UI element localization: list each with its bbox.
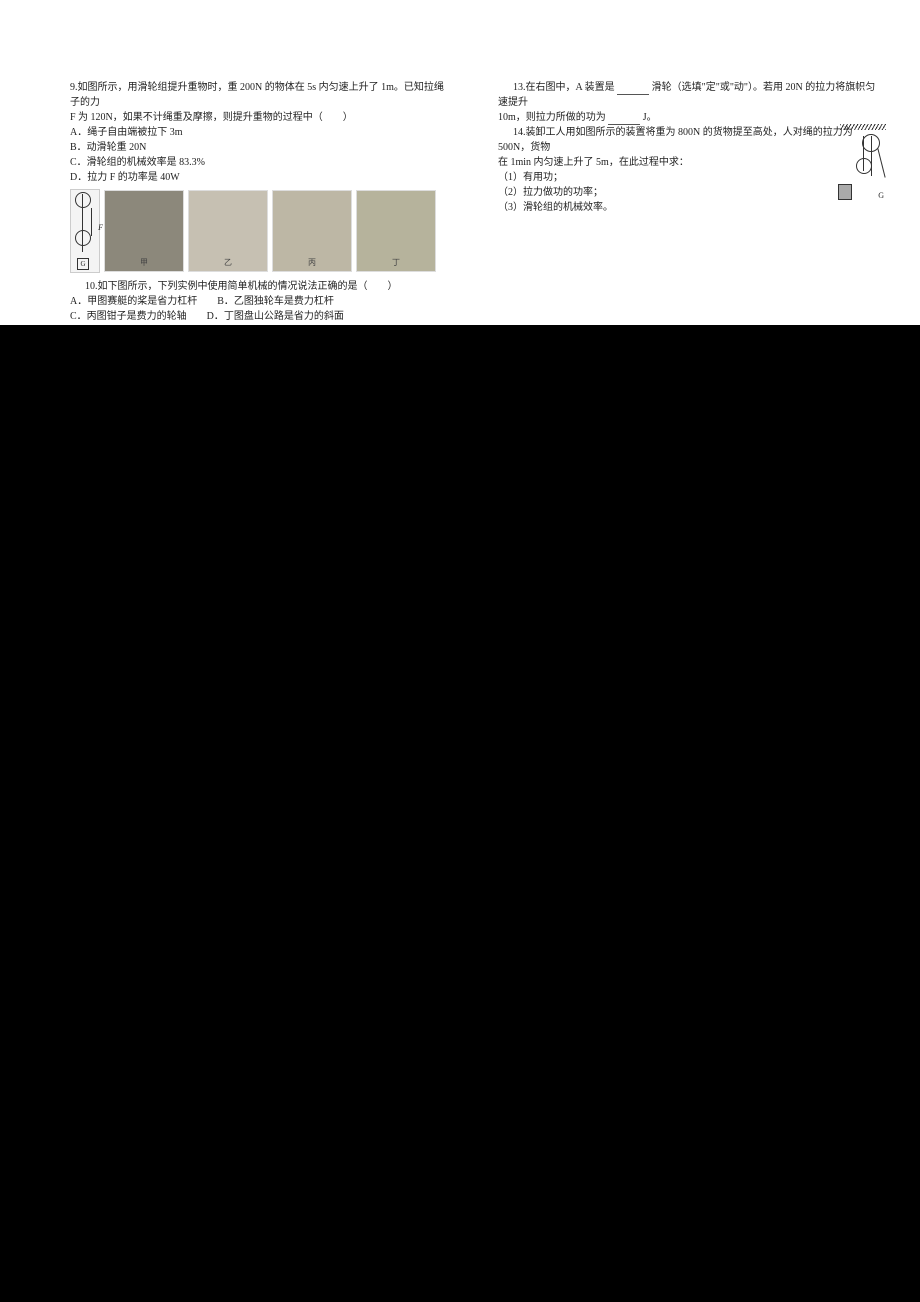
q9-option-a: A．绳子自由端被拉下 3m: [70, 125, 450, 140]
q10-option-a: A．甲图赛艇的桨是省力杠杆: [70, 296, 197, 307]
image-caption: 丙: [308, 257, 316, 269]
two-column-layout: 9.如图所示，用滑轮组提升重物时，重 200N 的物体在 5s 内匀速上升了 1…: [70, 80, 890, 325]
q13-blank-1: [617, 84, 649, 95]
q14-pulley-diagram: G: [834, 124, 886, 204]
rope-line: [863, 136, 864, 171]
q13-text-2a: 10m，则拉力所做的功为: [498, 112, 606, 123]
q9-q10-images-row: G F 甲 乙 丙 丁: [70, 189, 450, 273]
q13-text-2b: J。: [643, 112, 657, 123]
image-caption: 乙: [224, 257, 232, 269]
q14-line1: 14.装卸工人用如图所示的装置将重为 800N 的货物提至高处，人对绳的拉力为 …: [498, 125, 878, 155]
q13-line2: 10m，则拉力所做的功为 J。: [498, 110, 878, 125]
ceiling-hatch: [840, 124, 886, 130]
q10-stem: 10.如下图所示，下列实例中使用简单机械的情况说法正确的是（ ）: [70, 279, 450, 294]
q9-stem-line1: 9.如图所示，用滑轮组提升重物时，重 200N 的物体在 5s 内匀速上升了 1…: [70, 80, 450, 110]
image-mountain-road: 丁: [356, 190, 436, 272]
q14-sub3: （3）滑轮组的机械效率。: [498, 200, 878, 215]
q13-blank-2: [608, 114, 640, 125]
weight-box: [838, 184, 852, 200]
q13-text-1a: 13.在右图中，A 装置是: [513, 82, 615, 93]
weight-label: G: [878, 190, 884, 202]
worksheet-page: 9.如图所示，用滑轮组提升重物时，重 200N 的物体在 5s 内匀速上升了 1…: [0, 0, 920, 325]
q10-option-c: C．丙图钳子是费力的轮轴: [70, 311, 187, 322]
q9-option-c: C．滑轮组的机械效率是 83.3%: [70, 155, 450, 170]
q9-option-b: B．动滑轮重 20N: [70, 140, 450, 155]
image-pliers: 丙: [272, 190, 352, 272]
q10-options-row1: A．甲图赛艇的桨是省力杠杆 B．乙图独轮车是费力杠杆: [70, 294, 450, 309]
image-caption: 甲: [140, 257, 148, 269]
cutoff-region: [0, 325, 920, 1302]
rope-line: [871, 136, 872, 176]
rope-line-2: [91, 208, 92, 236]
moving-pulley-icon: [856, 158, 872, 174]
q9-option-d: D．拉力 F 的功率是 40W: [70, 170, 450, 185]
q10-option-d: D．丁图盘山公路是省力的斜面: [207, 311, 344, 322]
q10-option-b: B．乙图独轮车是费力杠杆: [217, 296, 334, 307]
q10-options-row2: C．丙图钳子是费力的轮轴 D．丁图盘山公路是省力的斜面: [70, 309, 450, 324]
q9-stem-line2: F 为 120N，如果不计绳重及摩擦，则提升重物的过程中（ ）: [70, 110, 450, 125]
q13-line1: 13.在右图中，A 装置是 滑轮（选填"定"或"动"）。若用 20N 的拉力将旗…: [498, 80, 878, 110]
spacer: [498, 215, 878, 325]
image-rowing-oar: 甲: [104, 190, 184, 272]
image-caption: 丁: [392, 257, 400, 269]
weight-box: G: [77, 258, 89, 270]
moving-pulley-icon: [75, 230, 91, 246]
right-column: 13.在右图中，A 装置是 滑轮（选填"定"或"动"）。若用 20N 的拉力将旗…: [498, 80, 878, 325]
q9-pulley-diagram: G F: [70, 189, 100, 273]
q14-sub1: （1）有用功；: [498, 170, 878, 185]
image-wheelbarrow: 乙: [188, 190, 268, 272]
q11-stem-partial: 11.如左图所示，定滑轮重 1N，动滑轮重 1N。物体 A 在拉力 F 的作用下…: [70, 324, 450, 325]
fixed-pulley-icon: [75, 192, 91, 208]
q14-line2: 在 1min 内匀速上升了 5m，在此过程中求：: [498, 155, 878, 170]
left-column: 9.如图所示，用滑轮组提升重物时，重 200N 的物体在 5s 内匀速上升了 1…: [70, 80, 450, 325]
force-label: F: [98, 222, 103, 234]
rope-line: [877, 148, 885, 177]
q14-sub2: （2）拉力做功的功率；: [498, 185, 878, 200]
